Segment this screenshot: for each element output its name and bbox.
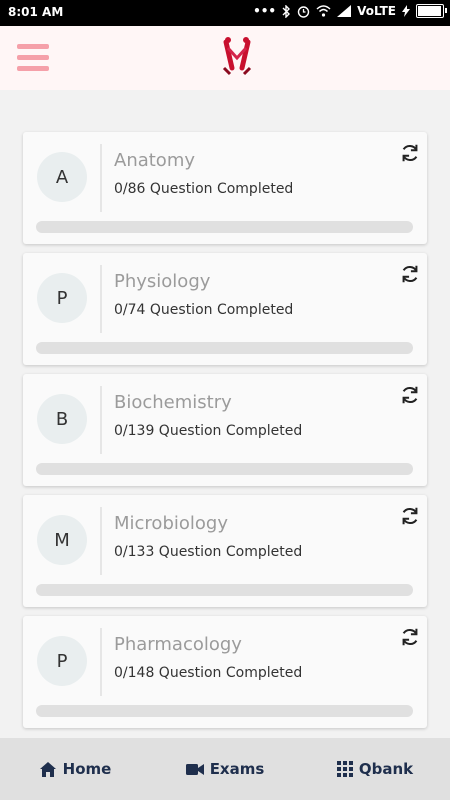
status-bar: 8:01 AM ••• VoLTE xyxy=(0,0,450,26)
card-divider xyxy=(100,507,102,575)
progress-text: 0/74 Question Completed xyxy=(114,302,294,318)
refresh-icon[interactable] xyxy=(399,142,421,164)
subject-avatar: B xyxy=(37,394,87,444)
home-icon xyxy=(39,761,56,777)
nav-exams-button[interactable]: Exams xyxy=(150,738,300,800)
subject-card-biochemistry[interactable]: B Biochemistry 0/139 Question Completed xyxy=(23,374,427,486)
progress-bar xyxy=(36,584,413,596)
grid-icon xyxy=(336,761,353,777)
nav-exams-label: Exams xyxy=(209,760,265,778)
network-label: VoLTE xyxy=(357,4,396,18)
bottom-navigation: Home Exams Qbank xyxy=(0,738,450,800)
signal-icon xyxy=(337,5,352,17)
app-header xyxy=(0,26,450,90)
progress-bar xyxy=(36,705,413,717)
hamburger-menu-icon[interactable] xyxy=(17,44,49,74)
alarm-icon xyxy=(297,5,310,18)
progress-text: 0/133 Question Completed xyxy=(114,544,303,560)
progress-bar xyxy=(36,342,413,354)
progress-bar xyxy=(36,463,413,475)
subject-name: Physiology xyxy=(114,271,211,292)
card-divider xyxy=(100,386,102,454)
subject-avatar: P xyxy=(37,273,87,323)
nav-qbank-button[interactable]: Qbank xyxy=(300,738,450,800)
refresh-icon[interactable] xyxy=(399,505,421,527)
video-camera-icon xyxy=(185,763,204,775)
status-icons: ••• VoLTE xyxy=(253,4,447,18)
wifi-icon xyxy=(316,5,331,17)
refresh-icon[interactable] xyxy=(399,384,421,406)
bluetooth-icon xyxy=(282,4,291,18)
progress-text: 0/86 Question Completed xyxy=(114,181,294,197)
subject-avatar: M xyxy=(37,515,87,565)
refresh-icon[interactable] xyxy=(399,626,421,648)
subject-list: A Anatomy 0/86 Question Completed P Phys… xyxy=(0,90,450,738)
refresh-icon[interactable] xyxy=(399,263,421,285)
subject-name: Microbiology xyxy=(114,513,228,534)
nav-qbank-label: Qbank xyxy=(358,760,414,778)
subject-avatar: A xyxy=(37,152,87,202)
dots-icon: ••• xyxy=(253,4,277,18)
card-divider xyxy=(100,265,102,333)
subject-name: Anatomy xyxy=(114,150,196,171)
subject-card-anatomy[interactable]: A Anatomy 0/86 Question Completed xyxy=(23,132,427,244)
subject-name: Biochemistry xyxy=(114,392,232,413)
progress-bar xyxy=(36,221,413,233)
charging-icon xyxy=(402,5,410,17)
nav-home-button[interactable]: Home xyxy=(0,738,150,800)
battery-icon xyxy=(416,4,447,18)
status-time: 8:01 AM xyxy=(8,5,64,19)
subject-name: Pharmacology xyxy=(114,634,242,655)
subject-avatar: P xyxy=(37,636,87,686)
subject-card-physiology[interactable]: P Physiology 0/74 Question Completed xyxy=(23,253,427,365)
progress-text: 0/148 Question Completed xyxy=(114,665,303,681)
card-divider xyxy=(100,628,102,696)
card-divider xyxy=(100,144,102,212)
app-logo-m-icon xyxy=(222,37,252,76)
subject-card-microbiology[interactable]: M Microbiology 0/133 Question Completed xyxy=(23,495,427,607)
subject-card-pharmacology[interactable]: P Pharmacology 0/148 Question Completed xyxy=(23,616,427,728)
progress-text: 0/139 Question Completed xyxy=(114,423,303,439)
nav-home-label: Home xyxy=(62,760,112,778)
